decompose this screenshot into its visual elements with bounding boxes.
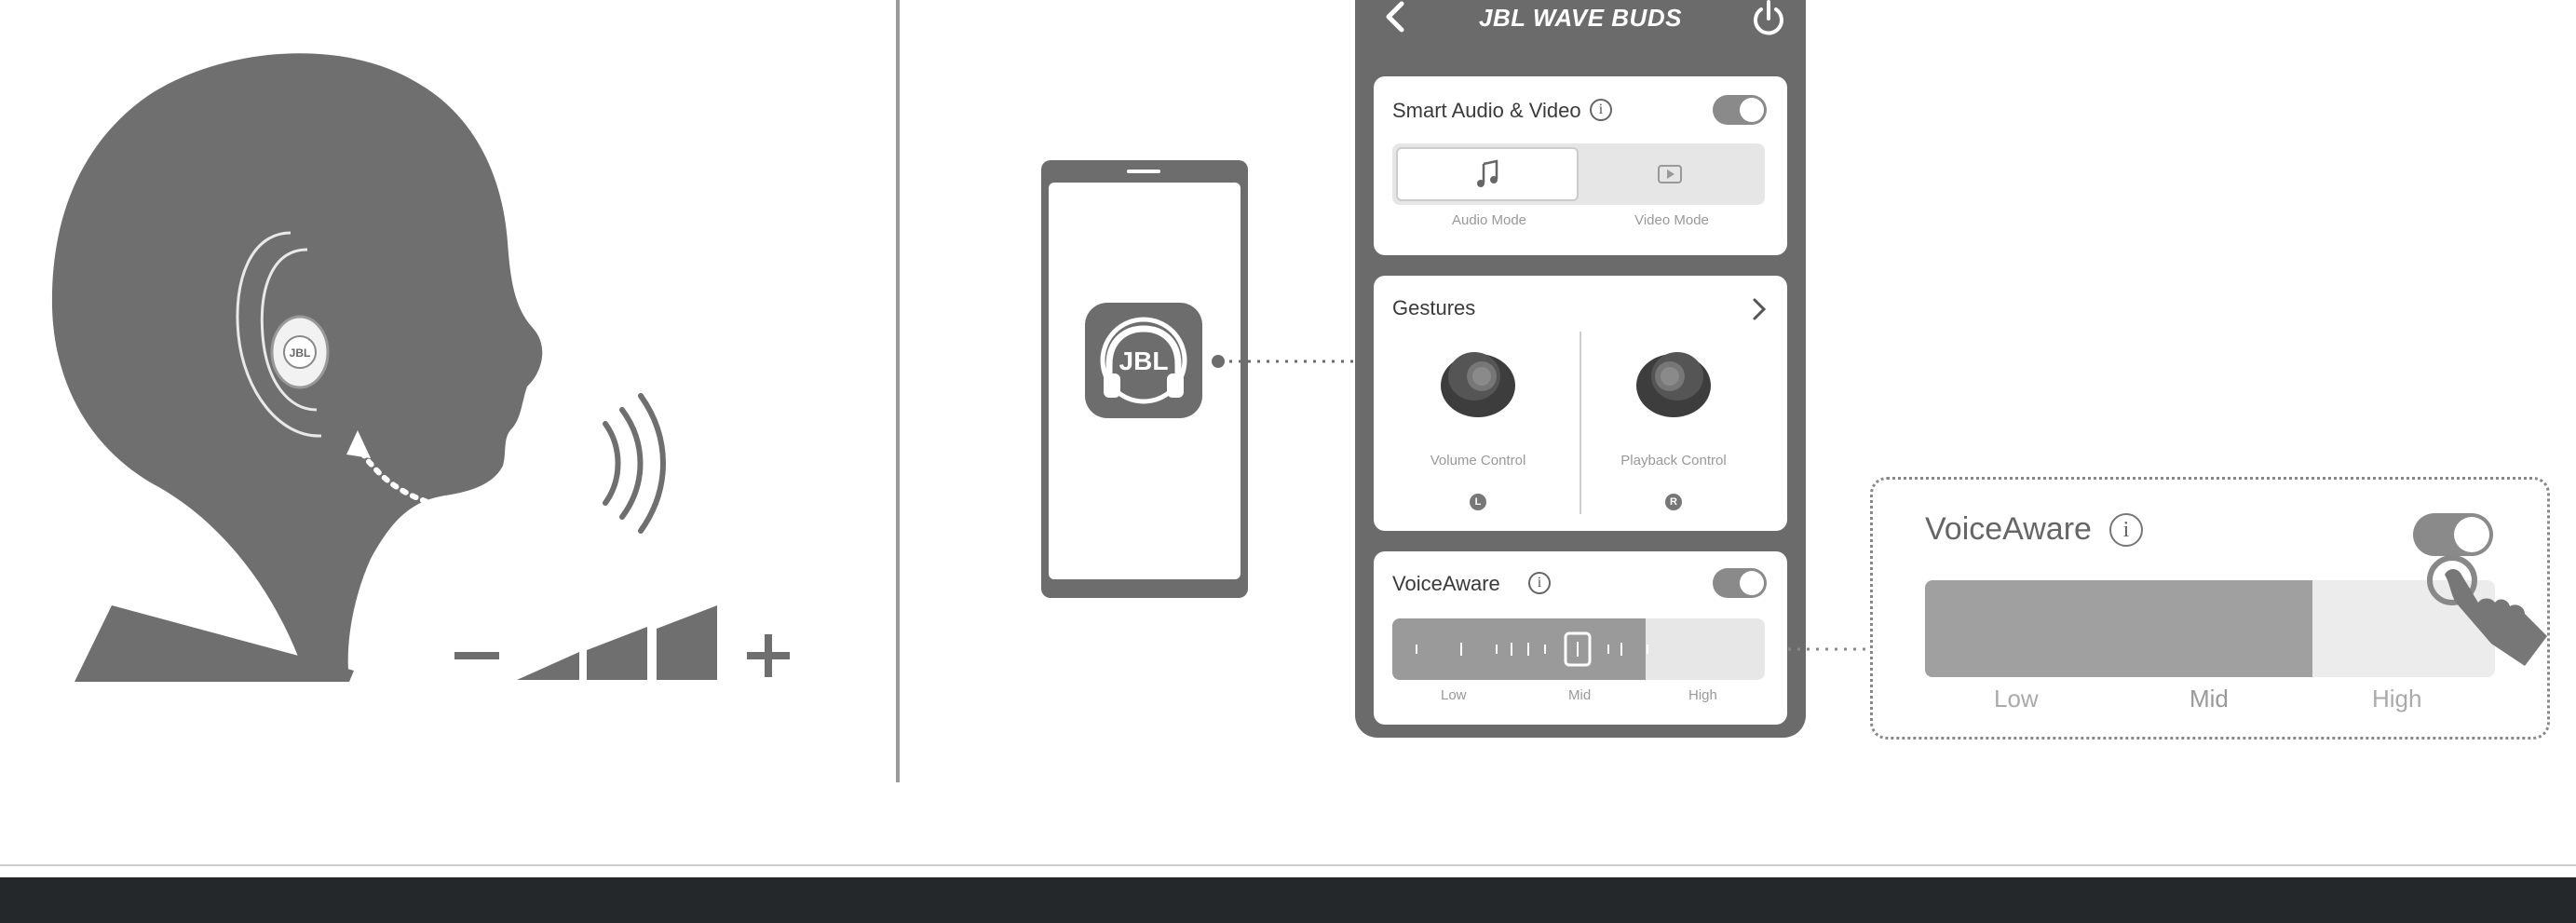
- level-mid-label: Mid: [1568, 687, 1592, 703]
- level-high-label: High: [1688, 687, 1717, 703]
- app-screen: JBL WAVE BUDS Smart Audio & Video i Audi…: [1355, 0, 1806, 738]
- info-icon[interactable]: i: [1590, 99, 1612, 121]
- section-divider: [896, 0, 900, 782]
- zoom-low-label: Low: [1994, 685, 2039, 713]
- smart-audio-toggle[interactable]: [1713, 95, 1767, 125]
- head-voiceaware-illustration: JBL: [51, 53, 790, 683]
- footer-bar: [0, 877, 2576, 923]
- svg-text:JBL: JBL: [290, 346, 311, 360]
- zoom-voiceaware-title: VoiceAware: [1925, 511, 2092, 547]
- phone-speaker: [1127, 170, 1160, 173]
- volume-bar-3: [657, 605, 717, 680]
- left-earbud-icon: [1441, 352, 1515, 417]
- volume-control-label: Volume Control: [1430, 453, 1526, 468]
- gestures-title: Gestures: [1392, 296, 1476, 319]
- playback-control-label: Playback Control: [1620, 453, 1727, 468]
- app-header: JBL WAVE BUDS: [1355, 0, 1806, 67]
- connector-app-zoom: [1788, 647, 1872, 651]
- volume-bar-2: [587, 627, 647, 680]
- gestures-card[interactable]: Gestures Volume Control Playback Control…: [1374, 276, 1787, 531]
- volume-bar-1: [517, 652, 579, 680]
- video-play-icon: [1658, 165, 1682, 183]
- level-low-label: Low: [1441, 687, 1467, 703]
- connector-phone-app: [1212, 355, 1358, 368]
- voiceaware-slider[interactable]: [1392, 618, 1765, 680]
- video-mode-label: Video Mode: [1634, 212, 1709, 228]
- tap-hand-icon: [2427, 555, 2547, 666]
- audio-mode-button[interactable]: [1396, 147, 1579, 201]
- svg-text:JBL: JBL: [1119, 346, 1169, 375]
- zoom-voiceaware-slider[interactable]: [1925, 580, 2495, 677]
- chevron-right-icon[interactable]: [1750, 296, 1769, 322]
- zoom-high-label: High: [2372, 685, 2422, 713]
- slider-ticks: [1416, 631, 1648, 667]
- audio-mode-label: Audio Mode: [1451, 212, 1527, 228]
- smart-audio-card: Smart Audio & Video i Audio Mode Video M…: [1374, 76, 1787, 255]
- info-icon[interactable]: i: [2109, 513, 2143, 547]
- zoom-slider-fill: [1925, 580, 2313, 677]
- volume-plus-icon: [747, 634, 790, 677]
- left-badge: L: [1470, 494, 1486, 510]
- volume-minus-icon: [454, 652, 499, 659]
- video-mode-button[interactable]: [1579, 147, 1761, 201]
- voiceaware-toggle[interactable]: [1713, 568, 1767, 598]
- jbl-app-icon[interactable]: JBL: [1085, 303, 1202, 418]
- music-note-icon: [1477, 159, 1498, 187]
- mode-selector: [1392, 143, 1765, 205]
- gestures-divider: [1579, 332, 1581, 514]
- right-earbud-icon: [1636, 352, 1711, 417]
- voiceaware-card: VoiceAware i Low Mid High: [1374, 551, 1787, 725]
- zoom-mid-label: Mid: [2190, 685, 2229, 713]
- info-icon[interactable]: i: [1528, 572, 1551, 594]
- sound-waves-icon: [603, 393, 666, 534]
- voiceaware-title: VoiceAware: [1392, 572, 1500, 595]
- footer-divider: [0, 864, 2576, 866]
- app-title: JBL WAVE BUDS: [1479, 4, 1682, 32]
- right-badge: R: [1665, 494, 1682, 510]
- volume-scale: [454, 605, 790, 680]
- power-icon[interactable]: [1750, 0, 1787, 37]
- voiceaware-zoom-panel: VoiceAware i Low Mid High: [1870, 477, 2550, 740]
- smart-audio-title: Smart Audio & Video: [1392, 99, 1581, 122]
